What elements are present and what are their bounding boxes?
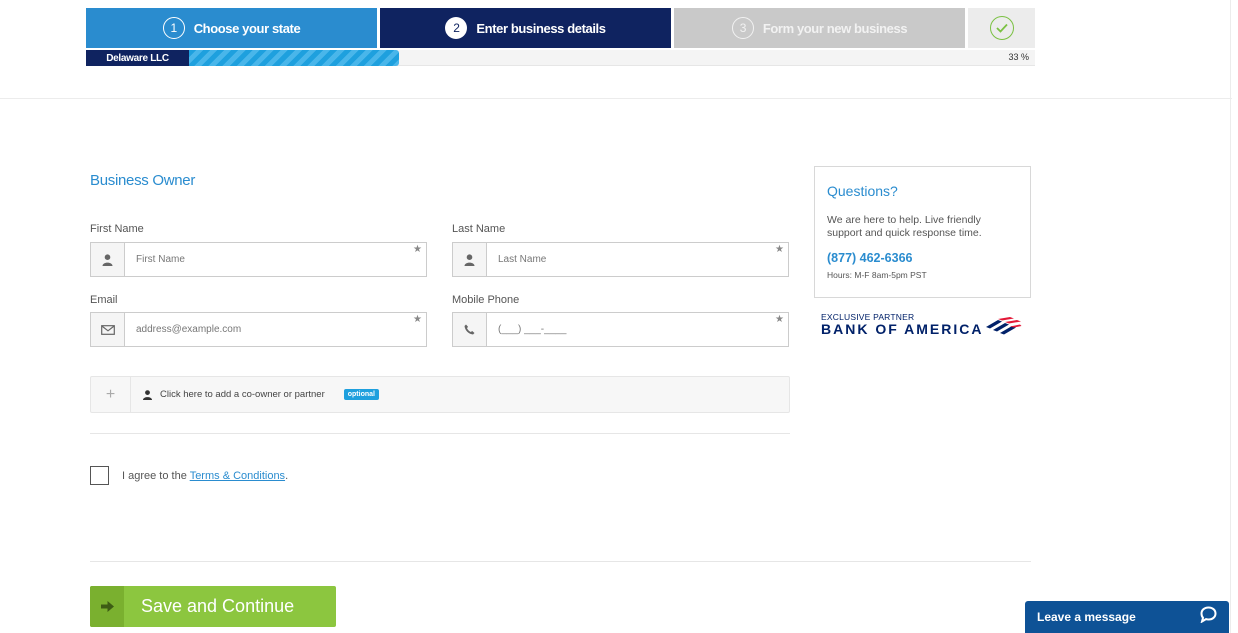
step-form-business: 3 Form your new business	[674, 8, 965, 48]
terms-row: I agree to the Terms & Conditions.	[90, 466, 288, 485]
partner-logo: EXCLUSIVE PARTNER BANK OF AMERICA	[821, 312, 1022, 337]
user-icon	[453, 243, 487, 276]
plus-icon: +	[91, 377, 131, 412]
terms-text: I agree to the Terms & Conditions.	[122, 470, 288, 482]
step-label: Form your new business	[762, 20, 908, 36]
step-label: Choose your state	[193, 20, 301, 36]
footer-divider	[90, 561, 1031, 562]
user-icon	[143, 389, 152, 400]
phone-icon	[453, 313, 487, 346]
email-input[interactable]	[125, 313, 426, 346]
terms-link[interactable]: Terms & Conditions	[190, 470, 285, 482]
mobile-phone-label: Mobile Phone	[452, 294, 520, 306]
add-coowner-button[interactable]: + Click here to add a co-owner or partne…	[90, 376, 790, 413]
partner-name: BANK OF AMERICA	[821, 321, 984, 337]
questions-box: Questions? We are here to help. Live fri…	[814, 166, 1031, 298]
chat-bubble-icon	[1200, 606, 1217, 628]
step-number: 3	[731, 17, 754, 39]
mobile-phone-input[interactable]	[487, 313, 788, 346]
checkmark-icon	[989, 16, 1014, 40]
add-coowner-label: Click here to add a co-owner or partner	[160, 389, 325, 400]
terms-checkbox[interactable]	[90, 466, 109, 485]
page-edge	[1230, 0, 1231, 633]
required-star-icon: ★	[413, 244, 422, 255]
required-star-icon: ★	[775, 314, 784, 325]
first-name-field: ★	[90, 242, 427, 277]
bank-flag-icon	[986, 317, 1022, 335]
terms-suffix: .	[285, 469, 289, 482]
last-name-label: Last Name	[452, 223, 506, 235]
chat-label: Leave a message	[1037, 610, 1136, 624]
envelope-icon	[91, 313, 125, 346]
entity-type-label: Delaware LLC	[86, 50, 189, 66]
support-hours: Hours: M-F 8am-5pm PST	[827, 270, 927, 280]
step-number: 1	[162, 17, 185, 39]
email-label: Email	[90, 294, 118, 306]
progress-percent: 33 %	[1008, 52, 1029, 62]
arrow-right-icon	[90, 586, 124, 627]
save-button-label: Save and Continue	[141, 596, 295, 616]
header-divider	[0, 98, 1232, 99]
last-name-field: ★	[452, 242, 789, 277]
step-number: 2	[445, 17, 468, 39]
required-star-icon: ★	[775, 244, 784, 255]
save-and-continue-button[interactable]: Save and Continue	[90, 586, 336, 627]
step-enter-details: 2 Enter business details	[380, 8, 671, 48]
mobile-phone-field: ★	[452, 312, 789, 347]
step-label: Enter business details	[476, 20, 606, 36]
required-star-icon: ★	[413, 314, 422, 325]
step-choose-state[interactable]: 1 Choose your state	[86, 8, 377, 48]
optional-badge: optional	[343, 389, 379, 400]
questions-title: Questions?	[827, 183, 898, 199]
email-field: ★	[90, 312, 427, 347]
form-divider	[90, 433, 790, 434]
terms-prefix: I agree to the	[122, 469, 190, 482]
user-icon	[91, 243, 125, 276]
last-name-input[interactable]	[487, 243, 788, 276]
progress-bar: Delaware LLC 33 %	[86, 50, 1035, 66]
first-name-input[interactable]	[125, 243, 426, 276]
step-complete	[968, 8, 1035, 48]
chat-widget-button[interactable]: Leave a message	[1025, 601, 1229, 633]
section-title: Business Owner	[90, 172, 196, 189]
first-name-label: First Name	[90, 223, 144, 235]
progress-fill	[189, 50, 400, 66]
step-progress: 1 Choose your state 2 Enter business det…	[86, 8, 1035, 48]
support-phone-link[interactable]: (877) 462-6366	[827, 251, 1018, 265]
questions-text: We are here to help. Live friendly suppo…	[827, 214, 982, 239]
